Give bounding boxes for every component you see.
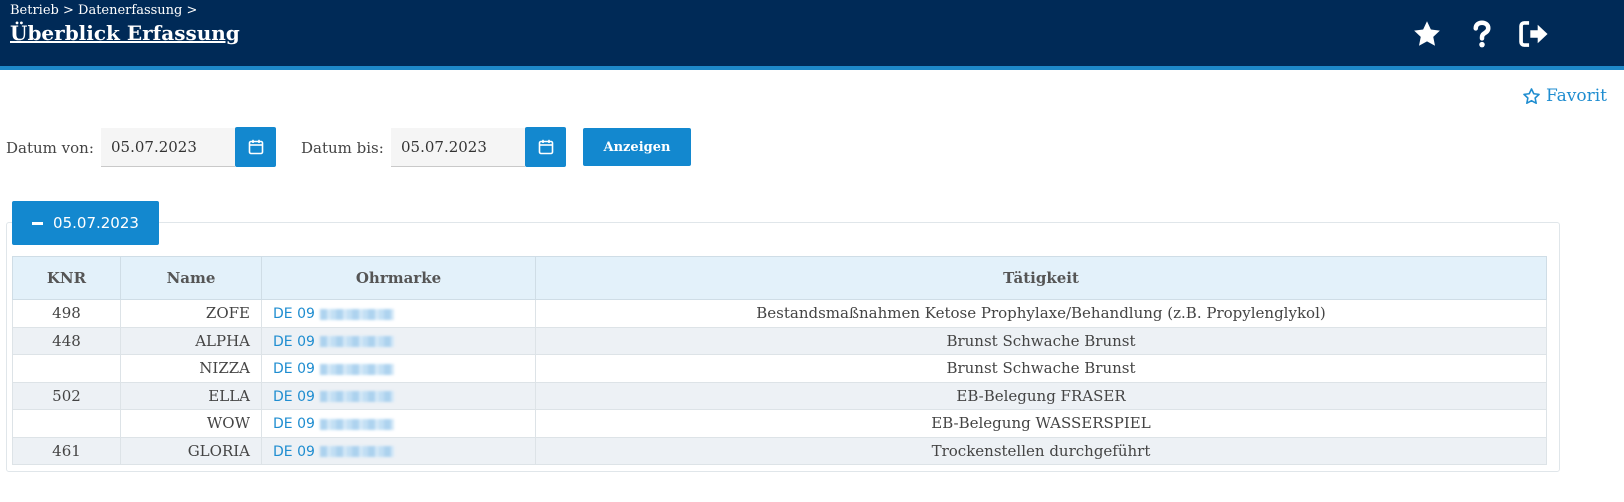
column-header-taetigkeit[interactable]: Tätigkeit bbox=[535, 256, 1547, 300]
ohrmarke-link[interactable]: DE 09 bbox=[273, 334, 315, 350]
date-group-label: 05.07.2023 bbox=[53, 214, 139, 232]
minus-icon bbox=[32, 221, 44, 225]
page-title: Überblick Erfassung bbox=[10, 21, 240, 45]
cell-name: NIZZA bbox=[120, 354, 262, 383]
help-icon[interactable] bbox=[1466, 18, 1498, 50]
cell-ohrmarke[interactable]: DE 09 bbox=[261, 381, 536, 410]
cell-ohrmarke[interactable]: DE 09 bbox=[261, 436, 536, 465]
calendar-icon bbox=[248, 139, 263, 155]
cell-knr bbox=[12, 409, 121, 438]
breadcrumb[interactable]: Betrieb > Datenerfassung > bbox=[10, 3, 197, 18]
table-row: 461 GLORIA DE 09 Trockenstellen durchgef… bbox=[12, 436, 1547, 465]
favorite-link[interactable]: Favorit bbox=[1522, 86, 1607, 106]
date-group-toggle[interactable]: 05.07.2023 bbox=[12, 201, 159, 245]
star-icon[interactable] bbox=[1411, 18, 1443, 50]
column-header-knr[interactable]: KNR bbox=[12, 256, 121, 300]
cell-ohrmarke[interactable]: DE 09 bbox=[261, 354, 536, 383]
cell-knr: 461 bbox=[12, 436, 121, 465]
cell-name: WOW bbox=[120, 409, 262, 438]
ohrmarke-link[interactable]: DE 09 bbox=[273, 361, 315, 377]
date-from-calendar-button[interactable] bbox=[235, 127, 276, 167]
cell-ohrmarke[interactable]: DE 09 bbox=[261, 299, 536, 328]
cell-name: ALPHA bbox=[120, 326, 262, 355]
cell-taetigkeit: Bestandsmaßnahmen Ketose Prophylaxe/Beha… bbox=[535, 299, 1547, 328]
ohrmarke-link[interactable]: DE 09 bbox=[273, 416, 315, 432]
table-row: 502 ELLA DE 09 EB-Belegung FRASER bbox=[12, 381, 1547, 410]
show-button[interactable]: Anzeigen bbox=[583, 128, 691, 166]
cell-ohrmarke[interactable]: DE 09 bbox=[261, 326, 536, 355]
date-to-input[interactable] bbox=[391, 128, 525, 167]
favorite-label: Favorit bbox=[1545, 86, 1607, 106]
cell-name: GLORIA bbox=[120, 436, 262, 465]
table-row: 498 ZOFE DE 09 Bestandsmaßnahmen Ketose … bbox=[12, 299, 1547, 328]
column-header-name[interactable]: Name bbox=[120, 256, 262, 300]
ohrmarke-link[interactable]: DE 09 bbox=[273, 444, 315, 460]
table-header-row: KNR Name Ohrmarke Tätigkeit bbox=[12, 256, 1547, 300]
table-row: NIZZA DE 09 Brunst Schwache Brunst bbox=[12, 354, 1547, 383]
cell-ohrmarke[interactable]: DE 09 bbox=[261, 409, 536, 438]
cell-taetigkeit: EB-Belegung WASSERSPIEL bbox=[535, 409, 1547, 438]
cell-knr bbox=[12, 354, 121, 383]
table-row: 448 ALPHA DE 09 Brunst Schwache Brunst bbox=[12, 326, 1547, 355]
date-to-label: Datum bis: bbox=[301, 139, 384, 157]
cell-name: ZOFE bbox=[120, 299, 262, 328]
cell-taetigkeit: Trockenstellen durchgeführt bbox=[535, 436, 1547, 465]
app-header: Betrieb > Datenerfassung > Überblick Erf… bbox=[0, 0, 1624, 70]
redacted-ohrmarke bbox=[319, 391, 394, 403]
cell-taetigkeit: Brunst Schwache Brunst bbox=[535, 354, 1547, 383]
cell-knr: 448 bbox=[12, 326, 121, 355]
results-table: KNR Name Ohrmarke Tätigkeit 498 ZOFE DE … bbox=[12, 256, 1547, 465]
redacted-ohrmarke bbox=[319, 363, 394, 375]
date-from-label: Datum von: bbox=[6, 139, 94, 157]
cell-taetigkeit: EB-Belegung FRASER bbox=[535, 381, 1547, 410]
calendar-icon bbox=[538, 139, 553, 155]
logout-icon[interactable] bbox=[1518, 18, 1550, 50]
cell-knr: 498 bbox=[12, 299, 121, 328]
table-row: WOW DE 09 EB-Belegung WASSERSPIEL bbox=[12, 409, 1547, 438]
redacted-ohrmarke bbox=[319, 446, 394, 458]
column-header-ohrmarke[interactable]: Ohrmarke bbox=[261, 256, 536, 300]
date-from-input[interactable] bbox=[101, 128, 235, 167]
cell-taetigkeit: Brunst Schwache Brunst bbox=[535, 326, 1547, 355]
redacted-ohrmarke bbox=[319, 418, 394, 430]
cell-name: ELLA bbox=[120, 381, 262, 410]
cell-knr: 502 bbox=[12, 381, 121, 410]
ohrmarke-link[interactable]: DE 09 bbox=[273, 389, 315, 405]
date-to-calendar-button[interactable] bbox=[525, 127, 566, 167]
redacted-ohrmarke bbox=[319, 308, 394, 320]
ohrmarke-link[interactable]: DE 09 bbox=[273, 306, 315, 322]
star-outline-icon bbox=[1523, 87, 1540, 104]
redacted-ohrmarke bbox=[319, 336, 394, 348]
